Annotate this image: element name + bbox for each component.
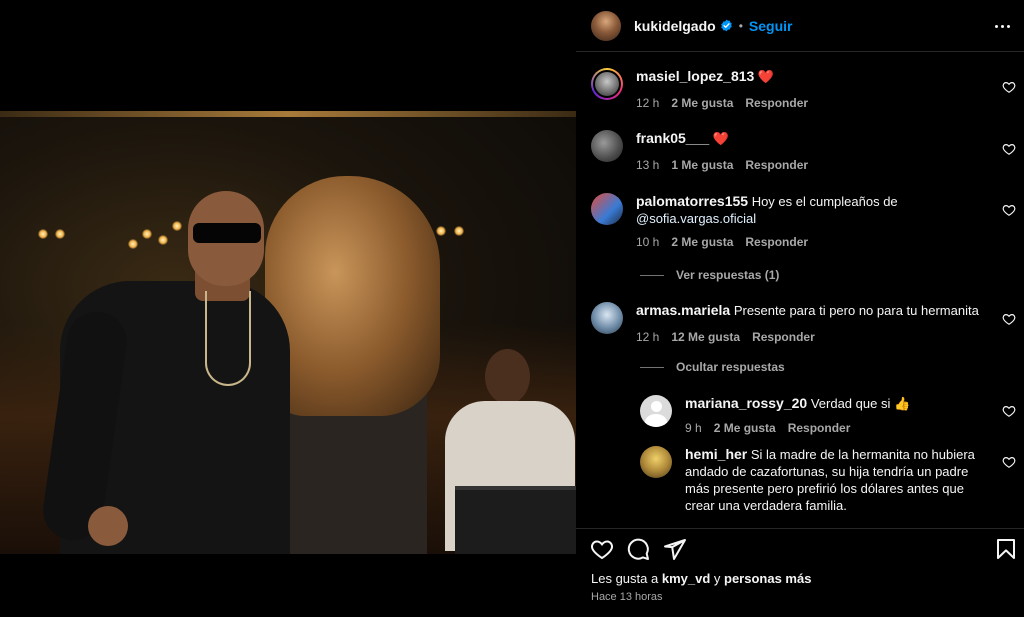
sunglasses <box>193 223 261 243</box>
comment-body: palomatorres155 Hoy es el cumpleaños de … <box>636 193 986 251</box>
comment-meta: 10 h 2 Me gusta Responder <box>636 234 986 251</box>
author-username[interactable]: kukidelgado <box>634 18 716 34</box>
reply-button[interactable]: Responder <box>788 420 851 437</box>
hide-replies-label: Ocultar respuestas <box>676 360 785 374</box>
stage-light <box>436 226 446 236</box>
reply-body: mariana_rossy_20 Verdad que si 👍 9 h 2 M… <box>685 395 986 437</box>
bookmark-icon[interactable] <box>994 537 1018 561</box>
stage-light <box>38 229 48 239</box>
comment-time[interactable]: 13 h <box>636 157 659 174</box>
comment-meta: 12 h 2 Me gusta Responder <box>636 95 986 112</box>
follow-button[interactable]: Seguir <box>749 18 793 34</box>
view-replies-button[interactable]: Ver respuestas (1) <box>640 268 779 282</box>
hide-replies-button[interactable]: Ocultar respuestas <box>640 360 785 374</box>
reply-like-heart-icon[interactable] <box>1002 404 1016 418</box>
view-replies-label: Ver respuestas (1) <box>676 268 780 282</box>
comment-likes[interactable]: 2 Me gusta <box>671 234 733 251</box>
separator-dot: • <box>738 18 743 33</box>
post-media[interactable] <box>0 0 576 617</box>
post-time[interactable]: Hace 13 horas <box>591 591 663 603</box>
reply-username[interactable]: hemi_her <box>685 446 747 462</box>
reply-emoji: 👍 <box>893 396 911 411</box>
comment-avatar[interactable] <box>591 302 623 334</box>
likes-summary: Les gusta a kmy_vd y personas más <box>591 571 811 586</box>
comment-avatar[interactable] <box>591 130 623 162</box>
comment-likes[interactable]: 12 Me gusta <box>671 329 740 346</box>
man-hand <box>88 506 128 546</box>
stage-light <box>172 221 182 231</box>
comment-time[interactable]: 12 h <box>636 95 659 112</box>
replies-line <box>640 274 664 276</box>
comment-icon[interactable] <box>626 537 650 561</box>
comment-likes[interactable]: 2 Me gusta <box>671 95 733 112</box>
comment-username[interactable]: armas.mariela <box>636 302 730 318</box>
reply-like-heart-icon[interactable] <box>1002 455 1016 469</box>
verified-badge-icon <box>720 19 732 32</box>
comment-text: Hoy es el cumpleaños de <box>751 194 898 209</box>
post-header: kukidelgado • Seguir <box>576 0 1024 52</box>
reply-button[interactable]: Responder <box>745 234 808 251</box>
reply-username[interactable]: mariana_rossy_20 <box>685 395 807 411</box>
reply-button[interactable]: Responder <box>745 95 808 112</box>
comment-username[interactable]: frank05___ <box>636 130 709 146</box>
necklace <box>205 291 251 386</box>
comment-like-heart-icon[interactable] <box>1002 142 1016 156</box>
comment-text: ❤️ <box>757 69 775 84</box>
comment-body: masiel_lopez_813 ❤️ 12 h 2 Me gusta Resp… <box>636 68 986 112</box>
share-icon[interactable] <box>663 537 687 561</box>
mixing-desk <box>455 486 576 554</box>
comment-body: frank05___ ❤️ 13 h 1 Me gusta Responder <box>636 130 986 174</box>
liker-username[interactable]: kmy_vd <box>662 571 710 586</box>
background-person-head <box>485 349 530 404</box>
reply-avatar[interactable] <box>640 446 672 478</box>
author-avatar[interactable] <box>591 10 621 41</box>
comment-avatar[interactable] <box>591 68 623 100</box>
reply-button[interactable]: Responder <box>745 157 808 174</box>
likes-prefix: Les gusta a <box>591 571 659 586</box>
stage-light <box>55 229 65 239</box>
reply-body: hemi_her Si la madre de la hermanita no … <box>685 446 992 514</box>
comment-likes[interactable]: 1 Me gusta <box>671 157 733 174</box>
comment-meta: 13 h 1 Me gusta Responder <box>636 157 986 174</box>
reply-time[interactable]: 9 h <box>685 420 702 437</box>
post-photo <box>0 111 576 554</box>
heart-icon[interactable] <box>590 537 614 561</box>
comment-body: armas.mariela Presente para ti pero no p… <box>636 302 986 346</box>
comment-meta: 12 h 12 Me gusta Responder <box>636 329 986 346</box>
comment-text: Presente para ti pero no para tu hermani… <box>733 303 979 318</box>
comment-username[interactable]: masiel_lopez_813 <box>636 68 754 84</box>
stage-light <box>142 229 152 239</box>
replies-line <box>640 366 664 368</box>
comment-like-heart-icon[interactable] <box>1002 80 1016 94</box>
more-options-icon[interactable] <box>990 16 1014 36</box>
comments-list[interactable]: masiel_lopez_813 ❤️ 12 h 2 Me gusta Resp… <box>576 52 1024 528</box>
comment-time[interactable]: 10 h <box>636 234 659 251</box>
stage-light <box>454 226 464 236</box>
comment-mention[interactable]: @sofia.vargas.oficial <box>636 211 756 226</box>
comment-time[interactable]: 12 h <box>636 329 659 346</box>
comment-text: ❤️ <box>712 131 729 146</box>
reply-text: Verdad que si <box>810 396 891 411</box>
comment-like-heart-icon[interactable] <box>1002 312 1016 326</box>
likes-conj: y <box>713 571 721 586</box>
comment-like-heart-icon[interactable] <box>1002 203 1016 217</box>
reply-meta: 9 h 2 Me gusta Responder <box>685 420 986 437</box>
woman-hair <box>265 176 440 416</box>
reply-avatar[interactable] <box>640 395 672 427</box>
stage-light <box>158 235 168 245</box>
comment-username[interactable]: palomatorres155 <box>636 193 748 209</box>
likes-others-link[interactable]: personas más <box>724 571 811 586</box>
stage-truss <box>0 111 576 117</box>
reply-button[interactable]: Responder <box>752 329 815 346</box>
stage-light <box>128 239 138 249</box>
comment-avatar[interactable] <box>591 193 623 225</box>
post-panel: kukidelgado • Seguir masiel_lopez_813 ❤️… <box>576 0 1024 617</box>
reply-likes[interactable]: 2 Me gusta <box>714 420 776 437</box>
